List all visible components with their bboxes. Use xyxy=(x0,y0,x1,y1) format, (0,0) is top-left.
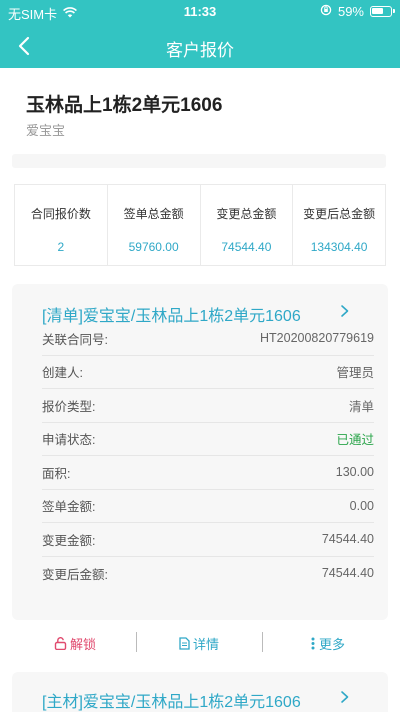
detail-value: 0.00 xyxy=(349,498,374,513)
action-separator xyxy=(136,632,137,652)
unlock-label: 解锁 xyxy=(70,637,97,652)
detail-row-type: 报价类型: 清单 xyxy=(42,389,374,423)
customer-address: 玉林品上1栋2单元1606 xyxy=(26,95,223,116)
detail-label: 创建人: xyxy=(42,366,83,381)
stat-value: 134304.40 xyxy=(310,240,368,254)
customer-header: 玉林品上1栋2单元1606 爱宝宝 xyxy=(0,68,400,158)
stat-label: 变更总金额 xyxy=(216,207,277,221)
stat-change-total: 变更总金额 74544.40 xyxy=(201,185,294,265)
detail-label: 关联合同号: xyxy=(42,332,108,347)
quote-card: [主材]爱宝宝/玉林品上1栋2单元1606 xyxy=(12,672,388,712)
unlock-button[interactable]: 解锁 xyxy=(54,634,96,653)
orientation-lock-icon xyxy=(320,4,332,19)
status-badge: 已通过 xyxy=(336,433,374,448)
chevron-right-icon[interactable] xyxy=(338,690,352,704)
detail-value: 130.00 xyxy=(335,465,374,480)
detail-row-status: 申请状态: 已通过 xyxy=(42,423,374,456)
unlock-icon xyxy=(54,637,67,650)
detail-row-area: 面积: 130.00 xyxy=(42,456,374,490)
stat-contract-count: 合同报价数 2 xyxy=(15,185,108,265)
more-label: 更多 xyxy=(319,637,346,652)
detail-label: 变更后金额: xyxy=(42,567,108,582)
customer-name: 爱宝宝 xyxy=(26,123,66,138)
battery-percent: 59% xyxy=(337,4,364,19)
detail-row-change-amount: 变更金额: 74544.40 xyxy=(42,523,374,557)
quote-details: 关联合同号: HT20200820779619 创建人: 管理员 报价类型: 清… xyxy=(42,322,374,590)
detail-label: 面积: xyxy=(42,466,71,481)
stat-label: 变更后总金额 xyxy=(303,207,376,221)
detail-value: HT20200820779619 xyxy=(260,331,374,346)
nav-bar: 客户报价 xyxy=(0,24,400,68)
detail-value: 管理员 xyxy=(336,366,374,381)
quote-card-title[interactable]: [主材]爱宝宝/玉林品上1栋2单元1606 xyxy=(42,688,301,712)
stat-value: 74544.40 xyxy=(221,240,272,254)
chevron-right-icon[interactable] xyxy=(338,304,352,318)
stat-after-change-total: 变更后总金额 134304.40 xyxy=(293,185,385,265)
detail-value: 74544.40 xyxy=(321,566,374,581)
detail-row-signed-amount: 签单金额: 0.00 xyxy=(42,490,374,523)
stat-label: 签单总金额 xyxy=(123,207,184,221)
detail-row-after-change-amount: 变更后金额: 74544.40 xyxy=(42,557,374,591)
stat-value: 2 xyxy=(57,240,65,254)
detail-value: 74544.40 xyxy=(321,532,374,547)
card-actions: 解锁 详情 更多 xyxy=(0,626,400,660)
status-right: 59% xyxy=(320,4,395,19)
detail-row-contract: 关联合同号: HT20200820779619 xyxy=(42,322,374,356)
detail-label: 变更金额: xyxy=(42,533,96,548)
stat-value: 59760.00 xyxy=(128,240,179,254)
detail-button[interactable]: 详情 xyxy=(179,634,219,653)
summary-stats: 合同报价数 2 签单总金额 59760.00 变更总金额 74544.40 变更… xyxy=(14,184,386,266)
detail-value: 清单 xyxy=(348,399,374,414)
page-title: 客户报价 xyxy=(166,41,234,60)
quote-card: [清单]爱宝宝/玉林品上1栋2单元1606 关联合同号: HT202008207… xyxy=(12,284,388,620)
document-icon xyxy=(179,637,190,650)
stat-signed-total: 签单总金额 59760.00 xyxy=(108,185,201,265)
status-bar: 无SIM卡 11:33 59% xyxy=(0,0,400,24)
detail-label: 详情 xyxy=(193,637,220,652)
detail-label: 签单金额: xyxy=(42,500,96,515)
detail-label: 报价类型: xyxy=(42,399,96,414)
more-vertical-icon xyxy=(311,637,315,650)
section-divider xyxy=(12,154,386,168)
stat-label: 合同报价数 xyxy=(30,207,91,221)
detail-label: 申请状态: xyxy=(42,433,96,448)
action-separator xyxy=(262,632,263,652)
more-button[interactable]: 更多 xyxy=(310,634,345,653)
battery-icon xyxy=(370,6,395,17)
detail-row-creator: 创建人: 管理员 xyxy=(42,356,374,389)
